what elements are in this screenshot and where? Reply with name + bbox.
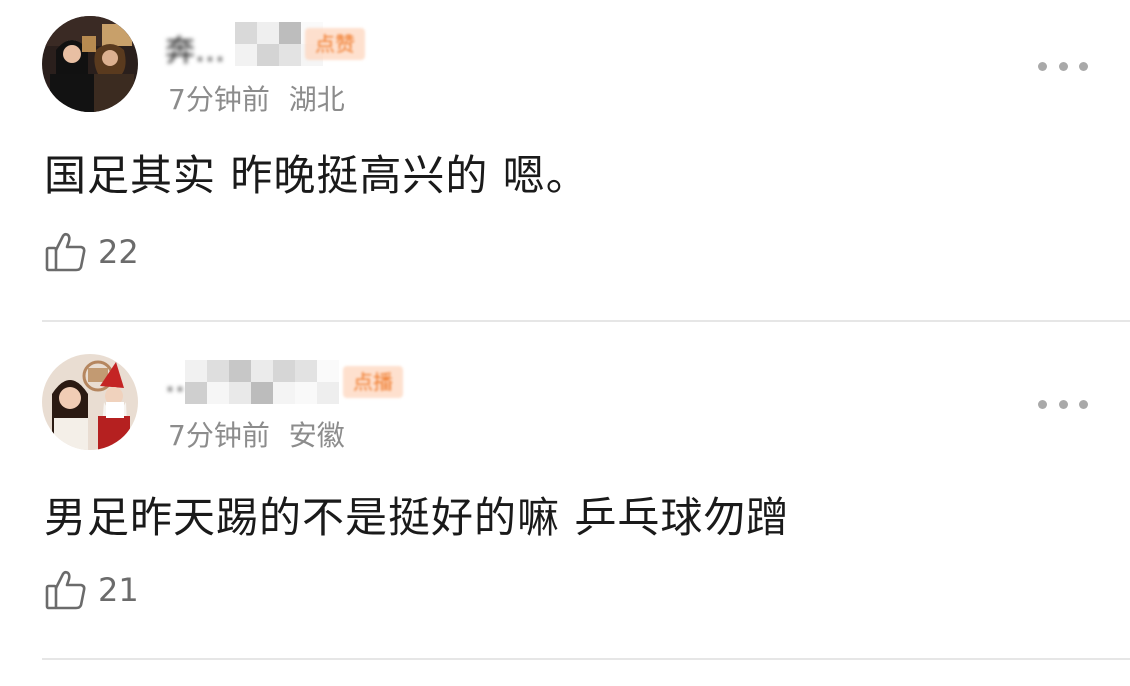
name-mosaic [185,360,339,404]
comment-location: 安徽 [288,419,345,452]
user-avatar[interactable] [42,16,138,112]
more-dots-icon [1038,399,1047,409]
user-avatar[interactable] [42,354,138,450]
comment-meta: 7分钟前 安徽 [168,414,345,454]
comment-text: 男足昨天踢的不是挺好的嘛 乒乓球勿蹭 [44,493,790,542]
comment-list: 奔… 点赞 7分钟前 湖北 国足其实 昨晚挺高兴的 嗯。 22 … 点播 7分钟… [0,0,1130,686]
comment-time: 7分钟前 [168,419,270,452]
comment-location: 湖北 [288,83,345,116]
like-count: 21 [98,571,139,609]
divider [42,658,1130,660]
more-button[interactable] [1038,392,1088,416]
user-badge: 点赞 [305,28,365,60]
more-dots-icon [1038,61,1047,71]
comment-text: 国足其实 昨晚挺高兴的 嗯。 [44,151,589,200]
like-button[interactable]: 21 [44,566,139,614]
user-name[interactable]: 奔… 点赞 [165,22,395,69]
thumbs-up-icon [44,568,88,612]
comment-item: … 点播 7分钟前 安徽 男足昨天踢的不是挺好的嘛 乒乓球勿蹭 21 [0,322,1130,662]
user-badge: 点播 [343,366,403,398]
user-name[interactable]: … 点播 [165,360,403,404]
comment-meta: 7分钟前 湖北 [168,78,345,118]
like-button[interactable]: 22 [44,228,139,276]
like-count: 22 [98,233,139,271]
user-name-text: 奔… [165,34,225,69]
comment-time: 7分钟前 [168,83,270,116]
more-button[interactable] [1038,54,1088,78]
thumbs-up-icon [44,230,88,274]
comment-item: 奔… 点赞 7分钟前 湖北 国足其实 昨晚挺高兴的 嗯。 22 [0,0,1130,322]
